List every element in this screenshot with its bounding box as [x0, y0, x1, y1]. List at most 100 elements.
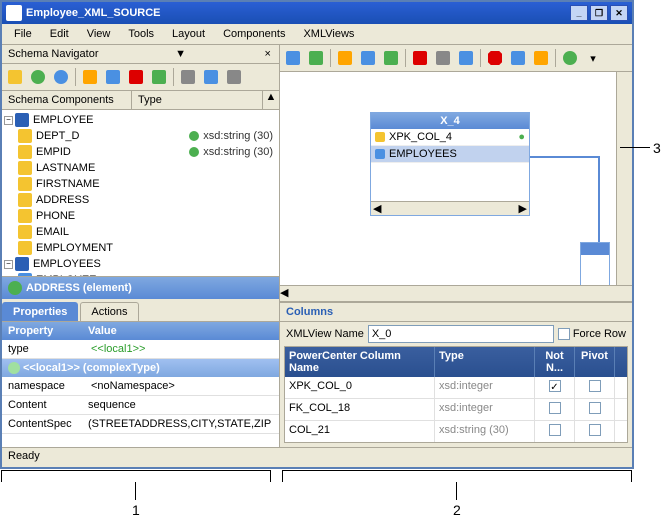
columns-table: PowerCenter Column Name Type Not N... Pi…	[284, 346, 628, 443]
diagram-canvas[interactable]: X_4 XPK_COL_4 ● EMPLOYEES	[280, 72, 632, 302]
entity-row-label: EMPLOYEES	[389, 148, 457, 160]
tree-node[interactable]: − EMPLOYEES	[2, 256, 279, 272]
table-row[interactable]: FK_COL_18xsd:integer	[285, 399, 627, 421]
tree-node-label: EMPLOYEES	[33, 258, 101, 270]
xmlview-name-input[interactable]	[368, 325, 554, 343]
toolbar-button[interactable]	[305, 47, 327, 69]
toolbar-button[interactable]	[125, 66, 147, 88]
tree-node[interactable]: FIRSTNAME	[2, 176, 279, 192]
canvas-vertical-scrollbar[interactable]	[616, 72, 632, 285]
tree-node[interactable]: LASTNAME	[2, 160, 279, 176]
toolbar-button[interactable]	[177, 66, 199, 88]
canvas-horizontal-scrollbar[interactable]: ◀	[280, 285, 632, 301]
connector-line	[530, 156, 600, 158]
toolbar-button[interactable]	[148, 66, 170, 88]
table-row[interactable]: COL_21xsd:string (30)	[285, 421, 627, 443]
toolbar-button[interactable]	[455, 47, 477, 69]
entity-body: XPK_COL_4 ● EMPLOYEES	[371, 129, 529, 201]
toolbar-button[interactable]	[507, 47, 529, 69]
titlebar: Employee_XML_SOURCE _ ❐ ✕	[2, 2, 632, 24]
col-pivot-header[interactable]: Pivot	[575, 347, 615, 377]
tree-node-type: xsd:string (30)	[203, 146, 273, 158]
tree-node[interactable]: ADDRESS	[2, 192, 279, 208]
toolbar-button[interactable]	[484, 47, 506, 69]
tree-node[interactable]: EMAIL	[2, 224, 279, 240]
tree-node[interactable]: −EMPLOYEE	[2, 112, 279, 128]
toolbar-button[interactable]	[200, 66, 222, 88]
toolbar-button[interactable]	[223, 66, 245, 88]
toolbar-button[interactable]	[4, 66, 26, 88]
toolbar-button[interactable]	[79, 66, 101, 88]
toolbar-button[interactable]	[102, 66, 124, 88]
property-row[interactable]: ContentSpec (STREETADDRESS,CITY,STATE,ZI…	[2, 415, 279, 434]
close-button[interactable]: ✕	[610, 5, 628, 21]
col-name-header[interactable]: PowerCenter Column Name	[285, 347, 435, 377]
scroll-left-icon[interactable]: ◀	[373, 202, 381, 215]
tree-node[interactable]: EMPIDxsd:string (30)	[2, 144, 279, 160]
toolbar-button[interactable]	[409, 47, 431, 69]
callout-line	[282, 470, 283, 482]
toolbar-button[interactable]	[27, 66, 49, 88]
tree-col-type[interactable]: Type	[132, 91, 263, 109]
tree-node[interactable]: DEPT_Dxsd:string (30)	[2, 128, 279, 144]
toolbar-button[interactable]	[334, 47, 356, 69]
schema-tree[interactable]: −EMPLOYEEDEPT_Dxsd:string (30)EMPIDxsd:s…	[2, 110, 279, 277]
cell-pivot[interactable]	[575, 421, 615, 442]
gold-icon	[18, 161, 32, 175]
property-row[interactable]: namespace <noNamespace>	[2, 377, 279, 396]
menu-layout[interactable]: Layout	[164, 26, 213, 42]
zoom-dropdown[interactable]: ▾	[582, 47, 604, 69]
cell-notnull[interactable]	[535, 399, 575, 420]
entity-x4[interactable]: X_4 XPK_COL_4 ● EMPLOYEES	[370, 112, 530, 216]
menu-edit[interactable]: Edit	[42, 26, 77, 42]
menu-file[interactable]: File	[6, 26, 40, 42]
status-text: Ready	[8, 450, 40, 462]
toolbar-button[interactable]	[50, 66, 72, 88]
cell-notnull[interactable]	[535, 421, 575, 442]
force-row-checkbox[interactable]: Force Row	[558, 328, 626, 340]
entity-row[interactable]: XPK_COL_4 ●	[371, 129, 529, 146]
toolbar-button[interactable]	[357, 47, 379, 69]
toolbar-button[interactable]	[432, 47, 454, 69]
entity-row[interactable]: EMPLOYEES	[371, 146, 529, 163]
toolbar-button[interactable]	[530, 47, 552, 69]
tree-scroll-up-icon[interactable]: ▲	[263, 91, 279, 109]
toolbar-button[interactable]	[380, 47, 402, 69]
cell-pivot[interactable]	[575, 377, 615, 398]
callout-line	[1, 470, 271, 471]
property-row[interactable]: type <<local1>>	[2, 340, 279, 359]
entity-scrollbar[interactable]: ◀ ▶	[371, 201, 529, 215]
menu-tools[interactable]: Tools	[120, 26, 162, 42]
col-notnull-header[interactable]: Not N...	[535, 347, 575, 377]
col-type-header[interactable]: Type	[435, 347, 535, 377]
minimize-button[interactable]: _	[570, 5, 588, 21]
menu-xmlviews[interactable]: XMLViews	[295, 26, 362, 42]
properties-tabs: Properties Actions	[2, 299, 279, 322]
tree-node[interactable]: EMPLOYMENT	[2, 240, 279, 256]
property-value: (STREETADDRESS,CITY,STATE,ZIP	[82, 415, 279, 433]
col-value: Value	[82, 322, 279, 340]
cell-notnull[interactable]	[535, 377, 575, 398]
table-row[interactable]: XPK_COL_0xsd:integer	[285, 377, 627, 399]
expand-icon[interactable]: −	[4, 116, 13, 125]
property-row[interactable]: Content sequence	[2, 396, 279, 415]
scroll-right-icon[interactable]: ▶	[519, 202, 527, 215]
type-icon	[189, 131, 199, 141]
expand-icon[interactable]: −	[4, 260, 13, 269]
tree-col-components[interactable]: Schema Components	[2, 91, 132, 109]
panel-dropdown-icon[interactable]: ▼	[173, 48, 188, 60]
tab-properties[interactable]: Properties	[2, 302, 78, 321]
restore-button[interactable]: ❐	[590, 5, 608, 21]
cell-pivot[interactable]	[575, 399, 615, 420]
cell-type: xsd:integer	[435, 377, 535, 398]
property-name: type	[2, 340, 82, 358]
menu-components[interactable]: Components	[215, 26, 293, 42]
tree-node[interactable]: PHONE	[2, 208, 279, 224]
menu-view[interactable]: View	[79, 26, 119, 42]
panel-close-icon[interactable]: ×	[263, 48, 273, 60]
toolbar-button[interactable]	[282, 47, 304, 69]
zoom-button[interactable]	[559, 47, 581, 69]
tab-actions[interactable]: Actions	[80, 302, 138, 321]
checkbox-icon	[558, 328, 570, 340]
scroll-left-icon[interactable]: ◀	[280, 286, 288, 299]
